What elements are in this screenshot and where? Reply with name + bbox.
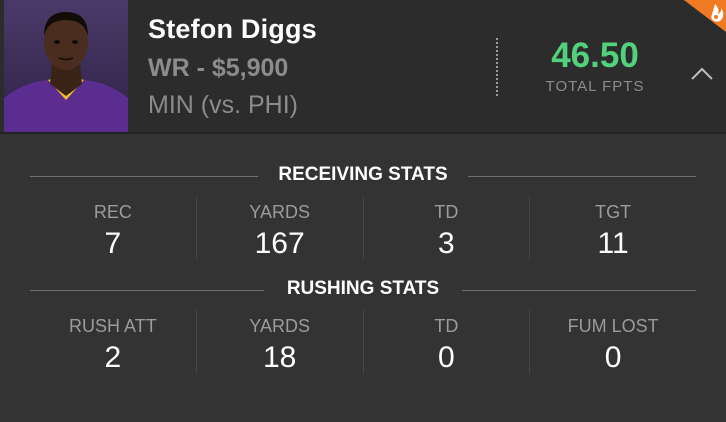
stat-label: YARDS [249, 202, 310, 222]
stat-label: YARDS [249, 316, 310, 336]
section-rule-right [462, 290, 696, 291]
stat-value: 3 [438, 227, 455, 260]
stat-value: 11 [597, 227, 629, 260]
stat-label: TD [434, 202, 459, 222]
matchup: MIN (vs. PHI) [148, 91, 298, 119]
stat-label: RUSH ATT [69, 316, 157, 336]
rushing-stats-grid: RUSH ATT 2 YARDS 18 TD 0 FUM LOST 0 [30, 310, 696, 374]
total-fpts-value: 46.50 [551, 36, 639, 75]
stat-rec: REC 7 [30, 196, 196, 260]
player-photo [4, 0, 128, 132]
player-name: Stefon Diggs [148, 14, 317, 44]
stat-rush-td: TD 0 [362, 310, 530, 374]
stat-value: 2 [104, 341, 122, 374]
flame-icon [684, 0, 726, 32]
stat-tgt: TGT 11 [529, 196, 696, 260]
stat-value: 7 [104, 227, 122, 260]
chevron-up-icon[interactable] [690, 62, 714, 86]
stat-rush-att: RUSH ATT 2 [30, 310, 196, 374]
receiving-stats-grid: REC 7 YARDS 167 TD 3 TGT 11 [30, 196, 696, 260]
stat-fum-lost: FUM LOST 0 [529, 310, 696, 374]
rushing-section-title: RUSHING STATS [0, 278, 726, 300]
receiving-title-text: RECEIVING STATS [278, 164, 448, 185]
receiving-section-title: RECEIVING STATS [0, 164, 726, 186]
section-rule-right [468, 176, 696, 177]
stat-rush-yards: YARDS 18 [195, 310, 363, 374]
section-rule-left [30, 176, 258, 177]
stat-label: TD [434, 316, 459, 336]
section-rule-left [30, 290, 264, 291]
stat-value: 0 [604, 341, 622, 374]
stat-label: FUM LOST [567, 316, 659, 336]
position-salary: WR - $5,900 [148, 54, 289, 82]
total-fpts-label: TOTAL FPTS [545, 78, 645, 95]
header-divider [496, 38, 498, 96]
stat-value: 0 [438, 341, 455, 374]
stat-yards: YARDS 167 [195, 196, 363, 260]
player-card-header: Stefon Diggs WR - $5,900 MIN (vs. PHI) 4… [0, 0, 726, 134]
stat-value: 167 [254, 227, 305, 260]
stat-label: TGT [595, 202, 632, 222]
stat-label: REC [93, 202, 132, 222]
stat-td: TD 3 [362, 196, 530, 260]
stat-value: 18 [262, 341, 297, 374]
rushing-title-text: RUSHING STATS [286, 278, 440, 299]
